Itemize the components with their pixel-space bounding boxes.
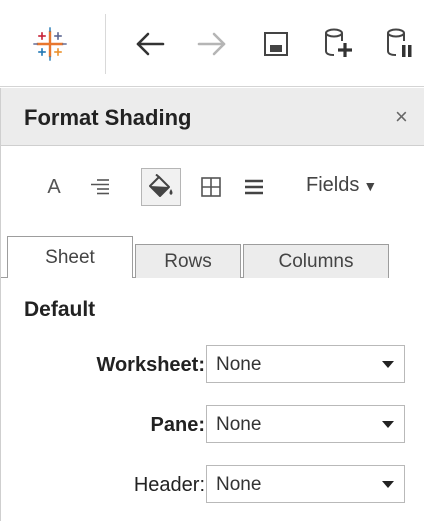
fields-dropdown[interactable]: Fields ▼ xyxy=(306,174,377,197)
header-label: Header: xyxy=(133,474,205,496)
save-icon xyxy=(264,32,288,56)
tab-columns[interactable]: Columns xyxy=(243,244,389,278)
tab-sheet[interactable]: Sheet xyxy=(7,236,133,278)
chevron-down-icon xyxy=(382,421,394,428)
chevron-down-icon xyxy=(382,481,394,488)
pause-updates-icon xyxy=(387,28,412,57)
new-data-source-icon xyxy=(325,28,352,57)
new-data-source-button[interactable] xyxy=(316,22,360,66)
panel-title: Format Shading xyxy=(24,105,192,130)
toolbar-separator xyxy=(105,14,106,74)
pane-row: Pane: None xyxy=(1,405,424,445)
section-title-default: Default xyxy=(24,298,96,321)
header-shading-select[interactable]: None xyxy=(206,465,405,503)
chevron-down-icon: ▼ xyxy=(363,178,378,194)
format-borders-button[interactable] xyxy=(194,168,228,206)
back-arrow-icon xyxy=(136,32,165,56)
worksheet-row: Worksheet: None xyxy=(1,345,424,385)
chevron-down-icon xyxy=(382,361,394,368)
worksheet-shading-select[interactable]: None xyxy=(206,345,405,383)
pane-shading-value: None xyxy=(216,414,262,435)
format-shading-panel: Format Shading × A Fields ▼ Sheet Rows C… xyxy=(0,88,424,521)
pane-shading-select[interactable]: None xyxy=(206,405,405,443)
format-lines-button[interactable] xyxy=(237,168,271,206)
format-tools-row: A Fields ▼ xyxy=(1,158,424,218)
pause-updates-button[interactable] xyxy=(378,22,422,66)
save-button[interactable] xyxy=(254,22,298,66)
font-icon: A xyxy=(47,175,61,198)
worksheet-label: Worksheet: xyxy=(96,354,205,376)
header-shading-value: None xyxy=(216,474,262,495)
forward-button[interactable] xyxy=(190,22,234,66)
back-button[interactable] xyxy=(128,22,172,66)
forward-arrow-icon xyxy=(197,32,226,56)
format-font-button[interactable]: A xyxy=(37,168,71,206)
pane-label: Pane: xyxy=(150,414,205,436)
paint-bucket-icon xyxy=(149,174,173,197)
format-alignment-button[interactable] xyxy=(83,168,117,206)
format-shading-button[interactable] xyxy=(141,168,181,206)
header-row: Header: None xyxy=(1,465,424,505)
alignment-icon xyxy=(91,179,109,195)
tab-rows[interactable]: Rows xyxy=(135,244,241,278)
borders-icon xyxy=(201,177,221,197)
close-icon[interactable]: × xyxy=(395,104,408,130)
panel-header: Format Shading × xyxy=(1,88,424,146)
worksheet-shading-value: None xyxy=(216,354,262,375)
fields-label: Fields xyxy=(306,174,360,196)
lines-icon xyxy=(245,179,263,195)
format-tabs: Sheet Rows Columns xyxy=(1,236,424,278)
tableau-logo-icon[interactable] xyxy=(28,22,72,66)
toolbar xyxy=(0,0,424,87)
